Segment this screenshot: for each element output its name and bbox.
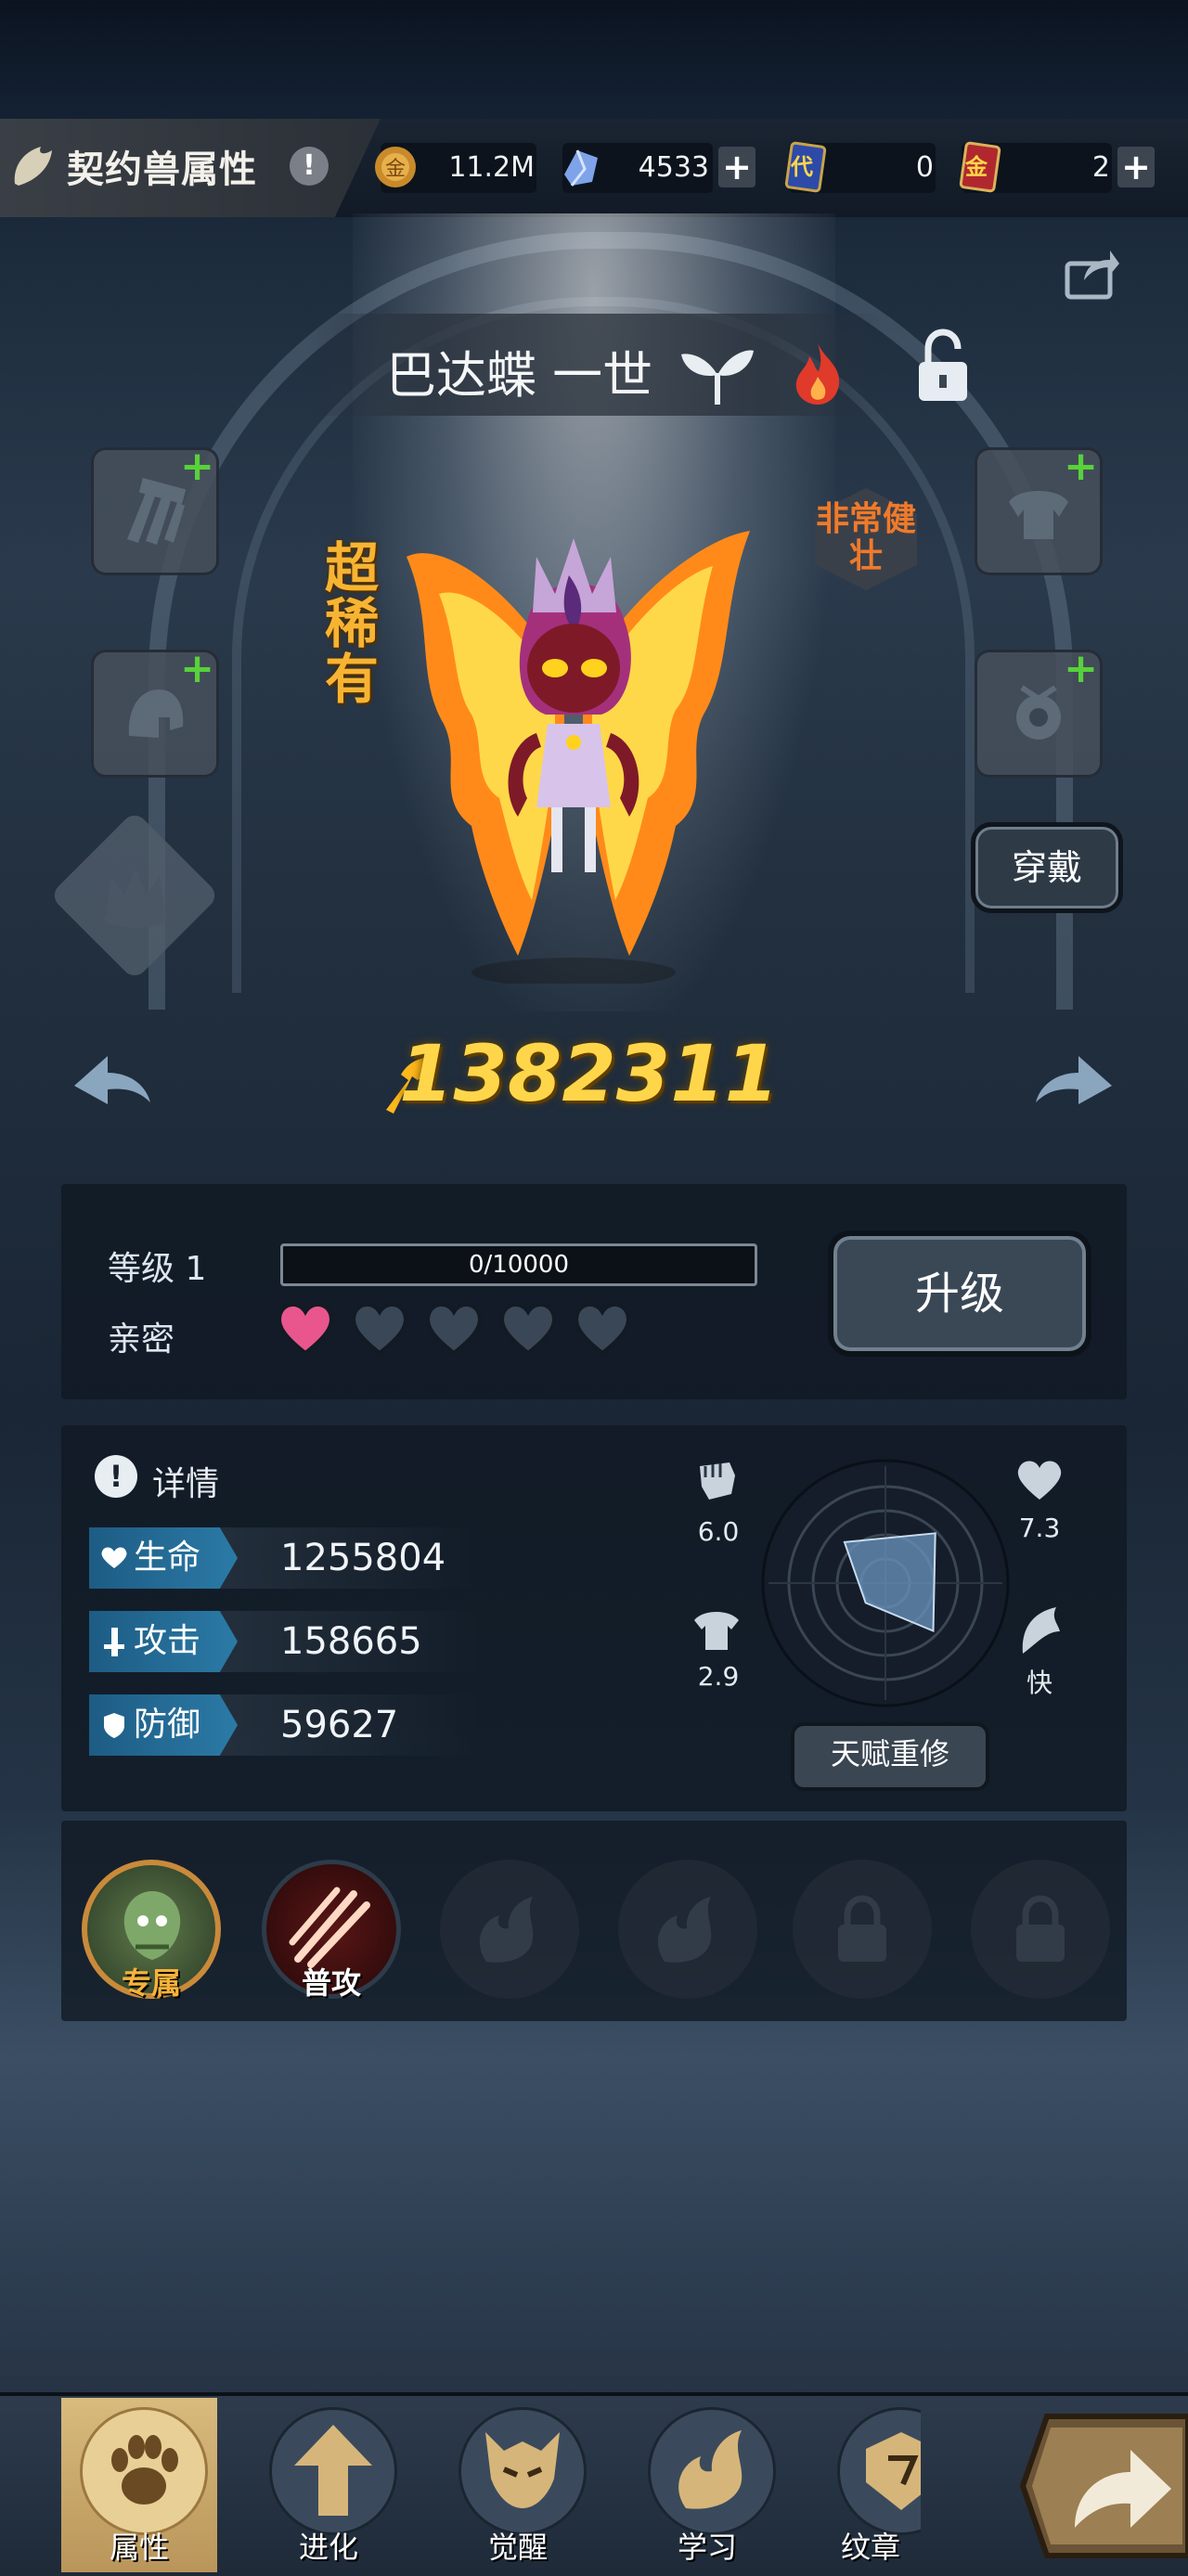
nav-tab-attributes[interactable]: 属性 xyxy=(61,2398,217,2572)
nav-tab-awaken[interactable]: 觉醒 xyxy=(440,2398,596,2572)
stat-label-hp: 生命 xyxy=(89,1527,238,1589)
radar-chart xyxy=(761,1459,1010,1707)
next-pet-arrow[interactable] xyxy=(1032,1049,1116,1106)
crest-icon xyxy=(866,2432,921,2510)
skill-slot-locked-2[interactable] xyxy=(971,1860,1110,1999)
equip-slot-helmet[interactable]: + xyxy=(91,645,219,778)
crown-icon xyxy=(104,869,167,928)
heart-filled-icon xyxy=(278,1303,333,1356)
nav-label-learn: 学习 xyxy=(677,2530,737,2565)
sword-stat-icon xyxy=(104,1628,124,1656)
stat-label-defense: 防御 xyxy=(89,1694,238,1756)
stat-label-attack-text: 攻击 xyxy=(134,1622,201,1660)
nav-circle xyxy=(837,2407,921,2535)
details-info-icon[interactable]: ! xyxy=(95,1455,137,1498)
prev-pet-arrow[interactable] xyxy=(71,1049,154,1106)
nav-label-crest: 纹章 xyxy=(840,2530,900,2565)
page-title: 契约兽属性 xyxy=(67,148,257,191)
add-jin-card-button[interactable]: + xyxy=(1117,147,1155,187)
nav-circle xyxy=(80,2407,208,2535)
radar-heart-icon xyxy=(1017,1461,1062,1500)
nav-circle xyxy=(269,2407,397,2535)
pet-name: 巴达蝶 一世 xyxy=(386,346,653,405)
gold-value: 11.2M xyxy=(448,151,535,184)
wing-icon xyxy=(14,147,52,186)
skill-slot-empty-2[interactable] xyxy=(618,1860,757,1999)
tree-spirit-icon xyxy=(123,1891,181,1960)
plus-icon: + xyxy=(180,443,214,490)
nav-label-attributes: 属性 xyxy=(109,2530,169,2565)
radar-hp-value: 7.3 xyxy=(1018,1513,1061,1543)
nav-circle xyxy=(648,2407,776,2535)
add-crystal-button[interactable]: + xyxy=(718,147,755,187)
info-icon[interactable]: ! xyxy=(290,147,329,186)
fist-icon xyxy=(700,1462,735,1500)
lock-icon xyxy=(838,1895,886,1962)
details-title[interactable]: 详情 xyxy=(152,1457,219,1505)
stat-label-defense-text: 防御 xyxy=(134,1706,201,1744)
skill-slot-empty-1[interactable] xyxy=(440,1860,579,1999)
armor-stat-icon xyxy=(694,1612,739,1650)
flame-icon xyxy=(678,2430,742,2509)
talent-reroll-button[interactable]: 天赋重修 xyxy=(791,1722,989,1791)
crystal-value: 4533 xyxy=(638,151,709,184)
heart-empty-icon xyxy=(500,1303,556,1356)
upgrade-button[interactable]: 升级 xyxy=(828,1230,1091,1357)
plus-icon: + xyxy=(180,645,214,692)
intimacy-label: 亲密 xyxy=(108,1320,175,1359)
basic-attack-label: 普攻 xyxy=(301,1965,361,2001)
nav-label-evolve: 进化 xyxy=(298,2530,358,2565)
level-label: 等级 1 xyxy=(108,1250,207,1288)
next-pet-button[interactable] xyxy=(1019,2407,1188,2565)
lock-icon xyxy=(1016,1895,1065,1962)
plus-icon: + xyxy=(1064,443,1098,490)
stat-value-attack: 158665 xyxy=(280,1620,422,1663)
pet-sprite[interactable] xyxy=(379,520,768,984)
power-value: 1382311 xyxy=(399,1028,780,1119)
flame-claw-icon xyxy=(479,1897,534,1963)
exclusive-skill-label: 专属 xyxy=(121,1965,181,2001)
body-tag-text: 非常健壮 xyxy=(815,500,916,575)
radar-defense-value: 2.9 xyxy=(697,1661,740,1692)
heart-empty-icon xyxy=(426,1303,482,1356)
radar-speed-value: 快 xyxy=(1026,1668,1052,1698)
jin-card-value: 2 xyxy=(1091,151,1110,184)
up-arrow-icon xyxy=(294,2425,372,2516)
shield-stat-icon xyxy=(104,1713,124,1738)
skills-panel xyxy=(61,1821,1127,2021)
lock-open-icon[interactable] xyxy=(913,327,973,405)
equip-slot-armor[interactable]: + xyxy=(975,443,1103,575)
stat-value-hp: 1255804 xyxy=(280,1537,446,1579)
heart-empty-icon xyxy=(575,1303,630,1356)
stat-value-defense: 59627 xyxy=(280,1704,399,1746)
nav-label-awaken: 觉醒 xyxy=(487,2530,548,2565)
mask-icon xyxy=(485,2432,560,2508)
nav-circle xyxy=(458,2407,587,2535)
dai-card-value: 0 xyxy=(915,151,934,184)
equip-slot-accessory[interactable]: + xyxy=(975,645,1103,778)
wing-speed-icon xyxy=(1022,1607,1060,1654)
stat-label-attack: 攻击 xyxy=(89,1611,238,1672)
paw-icon xyxy=(111,2435,178,2505)
nav-tab-crest[interactable]: 纹章 xyxy=(819,2398,921,2572)
sprout-icon xyxy=(681,350,754,405)
wear-button[interactable]: 穿戴 xyxy=(971,822,1123,913)
nav-tab-learn[interactable]: 学习 xyxy=(629,2398,785,2572)
xp-text: 0/10000 xyxy=(468,1251,569,1279)
share-icon[interactable] xyxy=(1064,247,1121,301)
rarity-label: 超稀有 xyxy=(325,536,380,711)
heart-stat-icon xyxy=(101,1547,127,1568)
heart-empty-icon xyxy=(352,1303,407,1356)
radar-attack-value: 6.0 xyxy=(697,1516,740,1547)
equip-slot-weapon[interactable]: + xyxy=(91,443,219,575)
nav-tab-evolve[interactable]: 进化 xyxy=(251,2398,407,2572)
skill-slot-locked-1[interactable] xyxy=(793,1860,932,1999)
flame-claw-icon xyxy=(657,1897,712,1963)
plus-icon: + xyxy=(1064,645,1098,692)
fire-element-icon xyxy=(795,343,840,405)
stat-label-hp-text: 生命 xyxy=(134,1539,201,1577)
